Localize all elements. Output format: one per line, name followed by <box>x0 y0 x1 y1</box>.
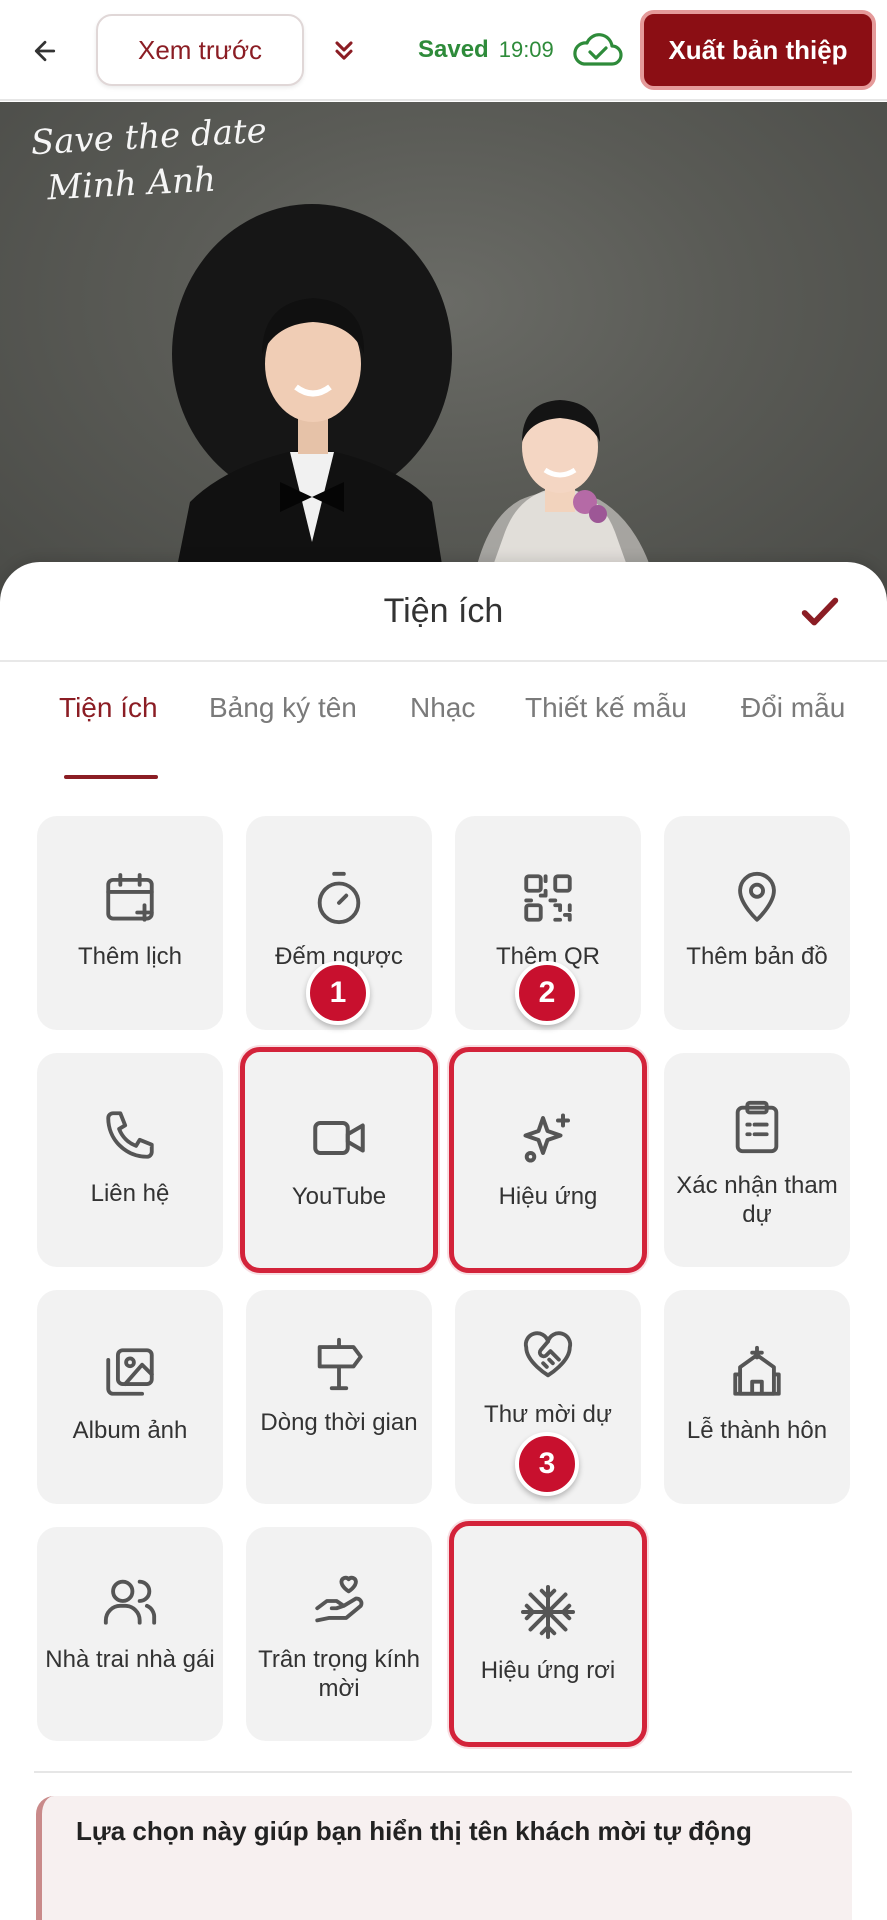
tile-add-map[interactable]: Thêm bản đồ <box>664 816 850 1030</box>
images-icon <box>100 1342 160 1402</box>
map-pin-icon <box>727 868 787 928</box>
top-bar: Xem trước Saved 19:09 Xuất bản thiệp <box>0 0 887 101</box>
snowflake-icon <box>518 1582 578 1642</box>
tile-families[interactable]: Nhà trai nhà gái <box>37 1527 223 1741</box>
save-status: Saved 19:09 <box>418 30 624 70</box>
confirm-button[interactable] <box>792 584 848 640</box>
clipboard-list-icon <box>727 1097 787 1157</box>
phone-icon <box>100 1105 160 1165</box>
heart-handshake-icon <box>518 1326 578 1386</box>
tile-youtube[interactable]: YouTube <box>240 1047 438 1273</box>
tile-effects[interactable]: Hiệu ứng <box>449 1047 647 1273</box>
tile-add-calendar[interactable]: Thêm lịch <box>37 816 223 1030</box>
wedding-photo: Save the date Minh Anh <box>0 102 887 602</box>
tab-music[interactable]: Nhạc <box>410 692 475 724</box>
sparkles-icon <box>518 1108 578 1168</box>
guest-name-note: Lựa chọn này giúp bạn hiển thị tên khách… <box>36 1796 852 1920</box>
cloud-check-icon <box>573 33 623 66</box>
hand-heart-icon <box>309 1571 369 1631</box>
sheet-header: Tiện ích <box>0 562 887 662</box>
active-tab-indicator <box>64 775 158 779</box>
back-button[interactable] <box>24 30 66 72</box>
tab-change-template[interactable]: Đổi mẫu <box>741 692 845 724</box>
couple-illustration <box>170 204 660 602</box>
chevrons-down-icon <box>335 41 353 60</box>
tile-contact[interactable]: Liên hệ <box>37 1053 223 1267</box>
step-marker-1: 1 <box>306 961 370 1025</box>
tile-wedding-ceremony[interactable]: Lễ thành hôn <box>664 1290 850 1504</box>
sheet-title: Tiện ích <box>383 592 504 630</box>
tab-signature-board[interactable]: Bảng ký tên <box>209 692 357 724</box>
tile-photo-album[interactable]: Album ảnh <box>37 1290 223 1504</box>
church-icon <box>727 1342 787 1402</box>
tile-timeline[interactable]: Dòng thời gian <box>246 1290 432 1504</box>
arrow-left-icon <box>34 40 56 62</box>
timer-icon <box>309 868 369 928</box>
saved-time: 19:09 <box>498 37 554 62</box>
tab-utilities[interactable]: Tiện ích <box>59 692 158 724</box>
signpost-icon <box>309 1334 369 1394</box>
tile-cordial-invite[interactable]: Trân trọng kính mời <box>246 1527 432 1741</box>
calendar-plus-icon <box>100 868 160 928</box>
preview-button[interactable]: Xem trước <box>96 14 304 86</box>
users-icon <box>100 1571 160 1631</box>
tab-bar: Tiện ích Bảng ký tên Nhạc Thiết kế mẫu Đ… <box>0 672 887 752</box>
section-divider <box>34 1771 852 1773</box>
qr-code-icon <box>518 868 578 928</box>
tab-template-design[interactable]: Thiết kế mẫu <box>525 692 687 724</box>
step-marker-2: 2 <box>515 961 579 1025</box>
publish-card-button[interactable]: Xuất bản thiệp <box>640 10 876 90</box>
guest-name-note-text: Lựa chọn này giúp bạn hiển thị tên khách… <box>76 1816 752 1846</box>
saved-label: Saved <box>418 36 489 63</box>
video-camera-icon <box>309 1108 369 1168</box>
tile-falling-effects[interactable]: Hiệu ứng rơi <box>449 1521 647 1747</box>
tile-rsvp[interactable]: Xác nhận tham dự <box>664 1053 850 1267</box>
check-icon <box>801 597 839 626</box>
step-marker-3: 3 <box>515 1432 579 1496</box>
expand-button[interactable] <box>326 30 362 70</box>
